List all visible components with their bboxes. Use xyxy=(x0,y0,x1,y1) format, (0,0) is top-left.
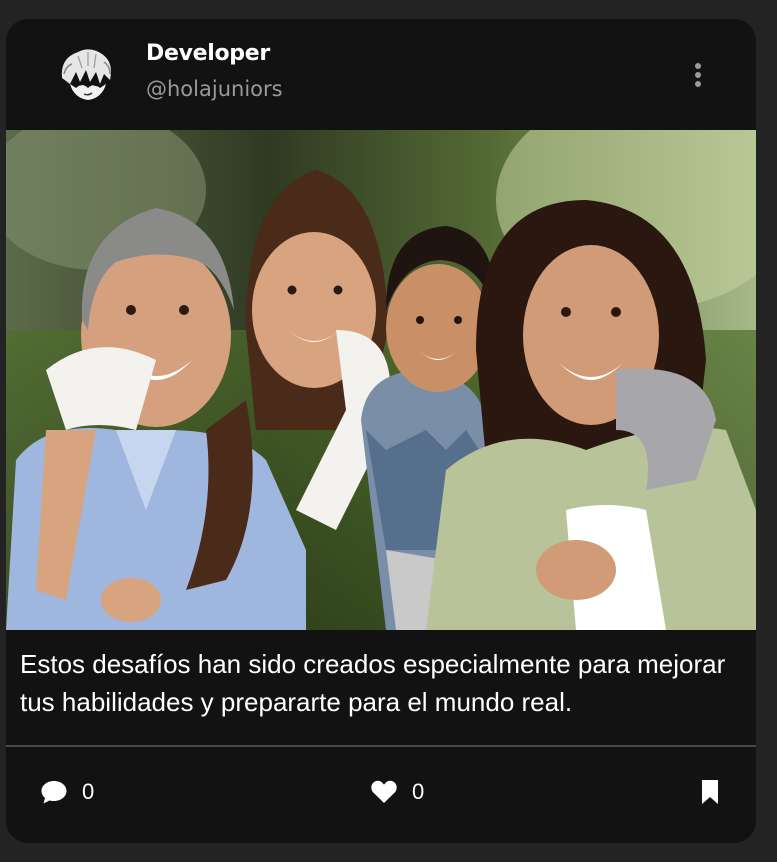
post-card: Developer @holajuniors Estos desafíos ha… xyxy=(6,19,756,843)
actions-divider xyxy=(6,745,756,747)
comment-icon xyxy=(41,781,67,804)
bookmark-icon xyxy=(702,780,718,804)
anime-avatar-icon xyxy=(56,44,116,104)
author-avatar[interactable] xyxy=(56,44,116,104)
family-photo-icon xyxy=(6,130,756,630)
post-caption: Estos desafíos han sido creados especial… xyxy=(20,649,726,717)
heart-icon xyxy=(371,780,397,803)
comment-count: 0 xyxy=(82,779,95,804)
bookmark-button[interactable] xyxy=(700,775,720,809)
comment-button[interactable]: 0 xyxy=(40,775,94,809)
post-image[interactable] xyxy=(6,130,756,630)
author-name[interactable]: Developer xyxy=(146,41,270,66)
author-handle[interactable]: @holajuniors xyxy=(146,77,283,101)
more-options-button[interactable] xyxy=(686,59,710,91)
more-vertical-icon xyxy=(695,63,701,87)
post-header: Developer @holajuniors xyxy=(6,19,756,130)
like-button[interactable]: 0 xyxy=(370,775,424,809)
like-count: 0 xyxy=(412,779,425,804)
